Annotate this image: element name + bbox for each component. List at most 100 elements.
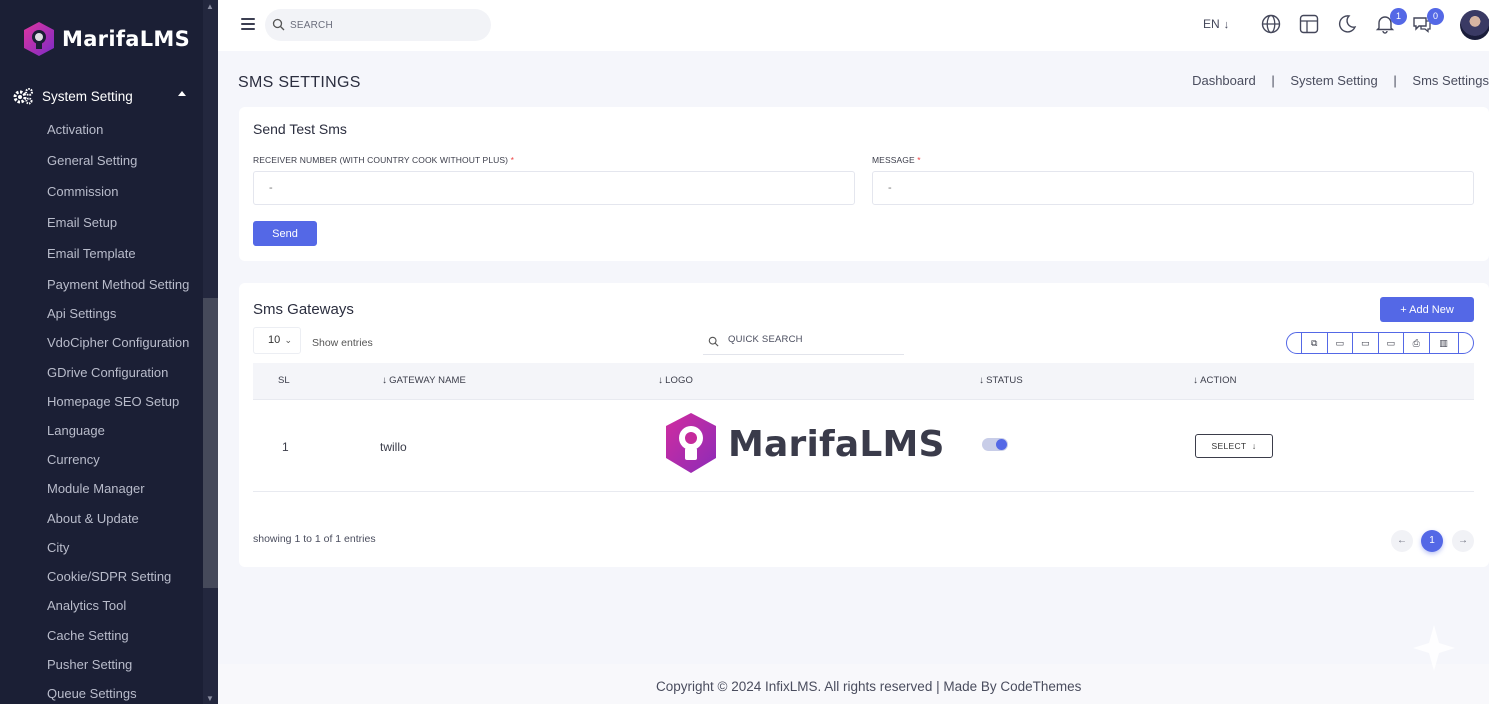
cell-sl: 1 — [282, 440, 289, 454]
global-search[interactable] — [265, 9, 491, 41]
arrow-down-icon: ↓ — [1223, 19, 1230, 31]
moon-icon[interactable] — [1337, 14, 1359, 36]
column-header-logo[interactable]: ↓ LOGO — [658, 375, 693, 386]
csv-icon[interactable]: ▭ — [1326, 333, 1353, 353]
column-header-gateway-name[interactable]: ↓ GATEWAY NAME — [382, 375, 466, 386]
receiver-number-label: RECEIVER NUMBER (WITH COUNTRY COOK WITHO… — [253, 155, 514, 165]
caret-up-icon — [178, 91, 186, 96]
sidebar-item-analytics-tool[interactable]: Analytics Tool — [47, 598, 126, 613]
search-icon — [272, 18, 285, 31]
send-test-sms-card: Send Test Sms RECEIVER NUMBER (WITH COUN… — [239, 107, 1489, 261]
sidebar-item-activation[interactable]: Activation — [47, 122, 103, 137]
sidebar-item-cache-setting[interactable]: Cache Setting — [47, 628, 129, 643]
page-length-select[interactable]: 10 ⌄ — [253, 327, 301, 354]
layout-icon[interactable] — [1299, 14, 1321, 36]
page-title: SMS SETTINGS — [238, 74, 361, 91]
excel-icon[interactable]: ▭ — [1352, 333, 1378, 353]
messages-button[interactable]: 0 — [1412, 8, 1444, 36]
sidebar-item-homepage-seo-setup[interactable]: Homepage SEO Setup — [47, 394, 179, 409]
page-length-value: 10 — [268, 334, 281, 346]
logo-bulb-icon — [24, 22, 54, 56]
sidebar-item-module-manager[interactable]: Module Manager — [47, 481, 145, 496]
breadcrumb-system-setting[interactable]: System Setting — [1290, 73, 1377, 88]
plus-icon: + — [1400, 303, 1407, 316]
sidebar-parent-system-setting[interactable]: System Setting — [12, 86, 190, 106]
copy-icon[interactable]: ⧉ — [1301, 333, 1327, 353]
sort-arrow-icon: ↓ — [979, 375, 985, 386]
sidebar-item-cookie-setting[interactable]: Cookie/SDPR Setting — [47, 569, 171, 584]
export-buttons: ⧉ ▭ ▭ ▭ ⎙ ▥ — [1286, 332, 1474, 354]
sidebar-item-commission[interactable]: Commission — [47, 184, 119, 199]
sidebar-item-gdrive-configuration[interactable]: GDrive Configuration — [47, 365, 168, 380]
sidebar-item-currency[interactable]: Currency — [47, 452, 100, 467]
sidebar-item-about-update[interactable]: About & Update — [47, 511, 139, 526]
cell-gateway-name: twillo — [380, 440, 407, 454]
sidebar-scrollbar[interactable]: ▲ ▼ — [203, 0, 218, 704]
sidebar-item-payment-method-setting[interactable]: Payment Method Setting — [47, 277, 189, 292]
gateway-logo: MarifaLMS — [660, 410, 945, 478]
print-icon[interactable]: ⎙ — [1403, 333, 1429, 353]
scroll-down-icon[interactable]: ▼ — [206, 694, 214, 703]
language-selector[interactable]: EN ↓ — [1203, 17, 1229, 31]
sidebar-item-pusher-setting[interactable]: Pusher Setting — [47, 657, 132, 672]
sidebar-item-language[interactable]: Language — [47, 423, 105, 438]
sidebar: MarifaLMS System Setting Activation Gene… — [0, 0, 218, 704]
pager-page-1[interactable]: 1 — [1421, 530, 1443, 552]
status-toggle[interactable] — [982, 438, 1008, 451]
search-input[interactable] — [290, 17, 480, 33]
scroll-up-icon[interactable]: ▲ — [206, 2, 214, 11]
send-button[interactable]: Send — [253, 221, 317, 246]
quick-search-input[interactable] — [728, 334, 898, 345]
gateway-logo-text: MarifaLMS — [728, 423, 945, 465]
column-header-label: LOGO — [665, 375, 693, 386]
notifications-button[interactable]: 1 — [1375, 8, 1407, 36]
gears-icon — [13, 88, 33, 105]
pdf-icon[interactable]: ▭ — [1377, 333, 1404, 353]
sidebar-item-email-setup[interactable]: Email Setup — [47, 215, 117, 230]
pager-prev-button[interactable]: ← — [1391, 530, 1413, 552]
sidebar-item-general-setting[interactable]: General Setting — [47, 153, 137, 168]
action-select-button[interactable]: SELECT ↓ — [1195, 434, 1273, 458]
notification-count-badge: 1 — [1390, 8, 1407, 25]
receiver-number-label-text: RECEIVER NUMBER (WITH COUNTRY COOK WITHO… — [253, 155, 509, 165]
user-avatar[interactable] — [1460, 10, 1489, 40]
column-header-label: STATUS — [986, 375, 1023, 386]
logo-bulb-icon — [666, 413, 716, 473]
scrollbar-thumb[interactable] — [203, 298, 218, 588]
column-header-label: GATEWAY NAME — [389, 375, 466, 386]
sidebar-item-email-template[interactable]: Email Template — [47, 246, 136, 261]
breadcrumb-separator: | — [1271, 73, 1275, 88]
sort-arrow-icon: ↓ — [658, 375, 664, 386]
column-header-status[interactable]: ↓ STATUS — [979, 375, 1023, 386]
add-new-button[interactable]: + Add New — [1380, 297, 1474, 322]
sidebar-item-city[interactable]: City — [47, 540, 69, 555]
sidebar-item-vdocipher-configuration[interactable]: VdoCipher Configuration — [47, 335, 189, 350]
columns-icon[interactable]: ▥ — [1428, 333, 1459, 353]
breadcrumb-dashboard[interactable]: Dashboard — [1192, 73, 1256, 88]
menu-icon[interactable] — [241, 18, 255, 30]
receiver-number-input[interactable] — [253, 171, 855, 205]
required-mark: * — [917, 155, 921, 165]
sidebar-item-api-settings[interactable]: Api Settings — [47, 306, 116, 321]
sms-gateways-card: Sms Gateways + Add New 10 ⌄ Show entries… — [239, 283, 1489, 567]
search-icon — [708, 336, 719, 347]
globe-icon[interactable] — [1261, 14, 1283, 36]
message-input[interactable] — [872, 171, 1474, 205]
breadcrumb-separator: | — [1393, 73, 1397, 88]
column-header-sl[interactable]: SL — [278, 375, 290, 386]
brand-logo[interactable]: MarifaLMS — [20, 18, 190, 60]
add-new-label: Add New — [1409, 303, 1454, 316]
chevron-down-icon: ⌄ — [284, 335, 292, 345]
column-header-action[interactable]: ↓ ACTION — [1193, 375, 1237, 386]
message-label-text: MESSAGE — [872, 155, 915, 165]
breadcrumb: Dashboard | System Setting | Sms Setting… — [1192, 73, 1489, 88]
quick-search[interactable] — [703, 329, 904, 355]
footer: Copyright © 2024 InfixLMS. All rights re… — [218, 664, 1489, 704]
toggle-knob — [996, 439, 1007, 450]
footer-copyright: Copyright © 2024 InfixLMS. All rights re… — [656, 679, 1082, 694]
table-header: SL ↓ GATEWAY NAME ↓ LOGO ↓ STATUS ↓ ACTION — [253, 363, 1474, 400]
pager-next-button[interactable]: → — [1452, 530, 1474, 552]
top-header: EN↓ 1 0 — [218, 0, 1489, 51]
sidebar-item-queue-settings[interactable]: Queue Settings — [47, 686, 137, 701]
breadcrumb-sms-settings: Sms Settings — [1412, 73, 1489, 88]
